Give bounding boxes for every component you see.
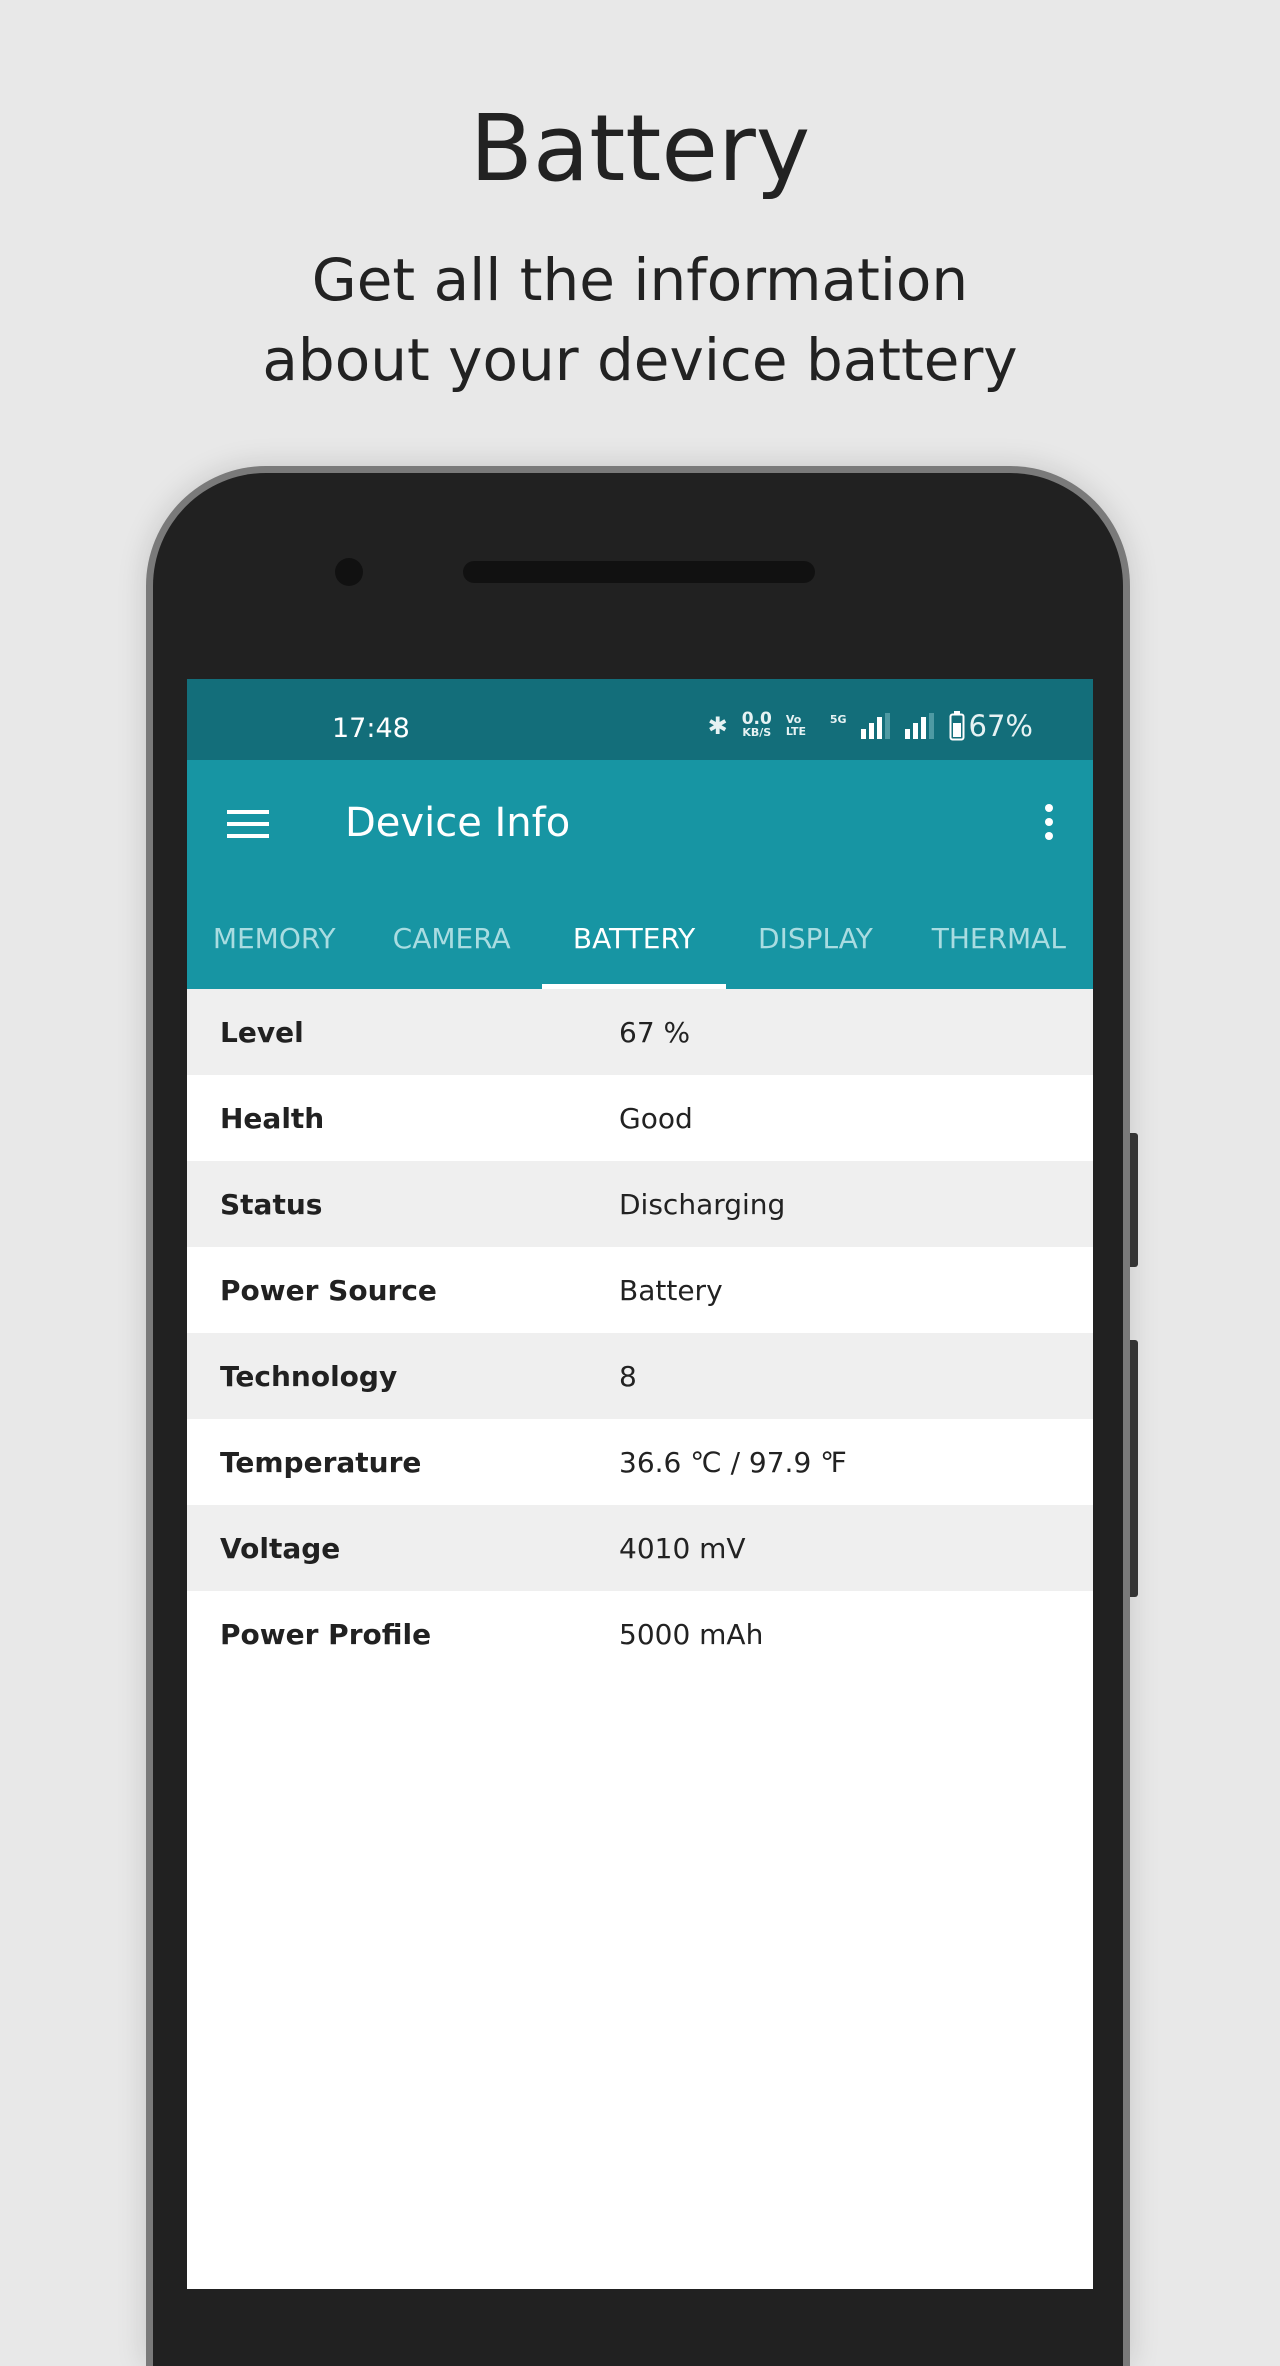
net-speed-value: 0.0	[741, 709, 772, 729]
net-speed: 0.0 KB/S	[741, 709, 772, 740]
screen: 17:48 ✱ 0.0 KB/S Vo LTE 5G 67% Device In…	[187, 679, 1093, 2289]
tab-memory[interactable]: MEMORY	[187, 888, 361, 989]
volte-icon: Vo LTE	[785, 713, 807, 738]
volume-button	[1130, 1340, 1138, 1597]
earpiece-speaker	[463, 561, 815, 583]
power-button	[1130, 1133, 1138, 1267]
list-item: Status Discharging	[187, 1161, 1093, 1247]
item-key: Technology	[220, 1359, 398, 1393]
net-speed-unit: KB/S	[742, 726, 772, 739]
battery-percent: 67%	[968, 709, 1033, 743]
front-camera	[335, 558, 363, 586]
list-item: Power Source Battery	[187, 1247, 1093, 1333]
item-value: 8	[619, 1359, 637, 1393]
item-value: 36.6 ℃ / 97.9 ℉	[619, 1445, 847, 1479]
item-value: 5000 mAh	[619, 1617, 764, 1651]
item-key: Voltage	[220, 1531, 341, 1565]
item-value: Good	[619, 1101, 693, 1135]
tab-display[interactable]: DISPLAY	[726, 888, 904, 989]
item-key: Power Source	[220, 1273, 437, 1307]
item-value: 4010 mV	[619, 1531, 746, 1565]
status-time: 17:48	[332, 713, 410, 744]
bluetooth-icon: ✱	[707, 712, 728, 740]
list-item: Temperature 36.6 ℃ / 97.9 ℉	[187, 1419, 1093, 1505]
hero-subtitle: Get all the information about your devic…	[262, 246, 1018, 394]
app-toolbar: Device Info	[187, 760, 1093, 888]
item-key: Level	[220, 1015, 304, 1049]
battery-icon	[949, 711, 965, 741]
tab-camera[interactable]: CAMERA	[361, 888, 541, 989]
item-key: Status	[220, 1187, 323, 1221]
list-item: Voltage 4010 mV	[187, 1505, 1093, 1591]
list-item: Health Good	[187, 1075, 1093, 1161]
item-key: Health	[220, 1101, 325, 1135]
list-item: Technology 8	[187, 1333, 1093, 1419]
item-key: Temperature	[220, 1445, 422, 1479]
signal-icon-sim1	[860, 713, 890, 739]
network-type: 5G	[829, 712, 847, 726]
item-value: Battery	[619, 1273, 723, 1307]
status-bar: 17:48 ✱ 0.0 KB/S Vo LTE 5G 67%	[187, 679, 1093, 760]
battery-info-list: Level 67 % Health Good Status Discharging P…	[187, 989, 1093, 1677]
hero-title: Battery	[469, 95, 811, 202]
hamburger-icon[interactable]	[227, 810, 269, 838]
tab-bar: MEMORY CAMERA BATTERY DISPLAY THERMAL	[187, 888, 1093, 989]
tab-battery[interactable]: BATTERY	[541, 888, 727, 989]
item-value: Discharging	[619, 1187, 786, 1221]
tab-thermal[interactable]: THERMAL	[905, 888, 1093, 989]
more-vert-icon[interactable]	[1045, 804, 1053, 840]
app-title: Device Info	[345, 800, 571, 846]
signal-icon-sim2	[904, 713, 934, 739]
item-key: Power Profile	[220, 1617, 432, 1651]
list-item: Level 67 %	[187, 989, 1093, 1075]
item-value: 67 %	[619, 1015, 691, 1049]
list-item: Power Profile 5000 mAh	[187, 1591, 1093, 1677]
